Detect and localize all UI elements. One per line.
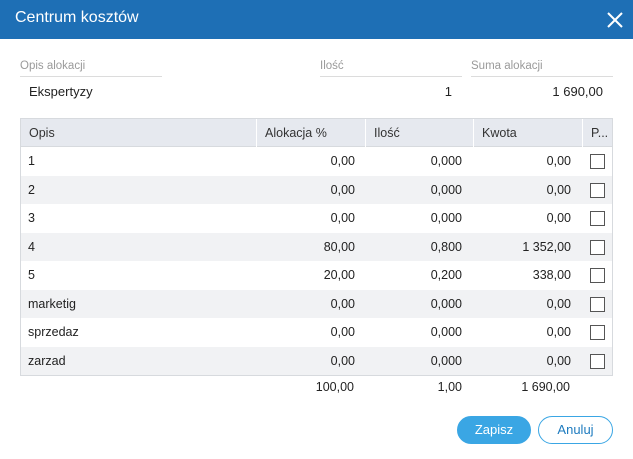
column-header-kwota[interactable]: Kwota (474, 119, 583, 147)
table-row[interactable]: 1 0,00 0,000 0,00 (21, 147, 612, 176)
cell-kwota[interactable]: 0,00 (473, 347, 571, 376)
row-checkbox[interactable] (590, 296, 605, 312)
cost-center-dialog: Centrum kosztów Opis alokacji Ekspertyzy… (0, 0, 633, 459)
cell-alokacja[interactable]: 20,00 (257, 261, 355, 290)
total-ilosc: 1,00 (437, 380, 462, 394)
cell-opis[interactable]: 4 (28, 233, 35, 262)
row-checkbox[interactable] (590, 353, 605, 369)
cell-ilosc[interactable]: 0,200 (363, 261, 462, 290)
cell-opis[interactable]: 2 (28, 176, 35, 205)
cell-ilosc[interactable]: 0,000 (363, 290, 462, 319)
cell-kwota[interactable]: 0,00 (473, 176, 571, 205)
table-header: Opis Alokacja % Ilość Kwota P... (21, 119, 612, 147)
sum-value: 1 690,00 (552, 84, 603, 99)
column-header-ilosc[interactable]: Ilość (366, 119, 474, 147)
cell-opis[interactable]: 5 (28, 261, 35, 290)
cell-alokacja[interactable]: 0,00 (257, 318, 355, 347)
close-icon[interactable] (604, 9, 626, 31)
cell-opis[interactable]: sprzedaz (28, 318, 79, 347)
cell-kwota[interactable]: 338,00 (473, 261, 571, 290)
row-checkbox[interactable] (590, 239, 605, 255)
cell-alokacja[interactable]: 0,00 (257, 176, 355, 205)
cell-alokacja[interactable]: 0,00 (257, 147, 355, 176)
column-header-p[interactable]: P... (583, 119, 613, 147)
cell-opis[interactable]: zarzad (28, 347, 66, 376)
cell-ilosc[interactable]: 0,000 (363, 147, 462, 176)
cell-kwota[interactable]: 0,00 (473, 290, 571, 319)
table-row[interactable]: 5 20,00 0,200 338,00 (21, 261, 612, 290)
cell-opis[interactable]: 3 (28, 204, 35, 233)
cancel-button[interactable]: Anuluj (538, 416, 613, 444)
description-label: Opis alokacji (20, 60, 86, 72)
row-checkbox[interactable] (590, 182, 605, 198)
cell-ilosc[interactable]: 0,000 (363, 318, 462, 347)
cell-alokacja[interactable]: 0,00 (257, 204, 355, 233)
quantity-value: 1 (444, 84, 452, 99)
table-row[interactable]: 4 80,00 0,800 1 352,00 (21, 232, 612, 262)
dialog-titlebar: Centrum kosztów (0, 0, 633, 39)
cell-ilosc[interactable]: 0,800 (363, 233, 462, 262)
cell-ilosc[interactable]: 0,000 (363, 347, 462, 376)
cell-opis[interactable]: marketig (28, 290, 76, 319)
description-value: Ekspertyzy (29, 84, 93, 99)
total-kwota: 1 690,00 (521, 380, 570, 394)
row-checkbox[interactable] (590, 154, 605, 169)
description-underline (20, 76, 162, 77)
save-button[interactable]: Zapisz (457, 416, 531, 444)
cell-kwota[interactable]: 1 352,00 (473, 233, 571, 262)
cell-kwota[interactable]: 0,00 (473, 318, 571, 347)
table-row[interactable]: 3 0,00 0,000 0,00 (21, 204, 612, 233)
total-alokacja: 100,00 (315, 380, 354, 394)
sum-underline (471, 76, 613, 77)
cell-opis[interactable]: 1 (28, 147, 35, 176)
row-checkbox[interactable] (590, 268, 605, 283)
table-row[interactable]: marketig 0,00 0,000 0,00 (21, 289, 612, 319)
allocation-table: Opis Alokacja % Ilość Kwota P... 1 0,00 0,… (20, 118, 613, 376)
column-header-alokacja[interactable]: Alokacja % (257, 119, 366, 147)
cell-alokacja[interactable]: 0,00 (257, 347, 355, 376)
cell-ilosc[interactable]: 0,000 (363, 204, 462, 233)
cell-alokacja[interactable]: 80,00 (257, 233, 355, 262)
cell-ilosc[interactable]: 0,000 (363, 176, 462, 205)
column-header-opis[interactable]: Opis (21, 119, 257, 147)
dialog-title: Centrum kosztów (15, 9, 139, 26)
sum-label: Suma alokacji (471, 60, 543, 72)
quantity-label: Ilość (320, 60, 344, 72)
table-body: 1 0,00 0,000 0,00 2 0,00 0,000 0,00 3 0,00 0,000 0,… (21, 147, 612, 375)
row-checkbox[interactable] (590, 211, 605, 226)
table-row[interactable]: sprzedaz 0,00 0,000 0,00 (21, 318, 612, 347)
cell-kwota[interactable]: 0,00 (473, 204, 571, 233)
quantity-underline (320, 76, 462, 77)
table-row[interactable]: 2 0,00 0,000 0,00 (21, 175, 612, 205)
cell-alokacja[interactable]: 0,00 (257, 290, 355, 319)
table-row[interactable]: zarzad 0,00 0,000 0,00 (21, 346, 612, 376)
cell-kwota[interactable]: 0,00 (473, 147, 571, 176)
row-checkbox[interactable] (590, 325, 605, 340)
